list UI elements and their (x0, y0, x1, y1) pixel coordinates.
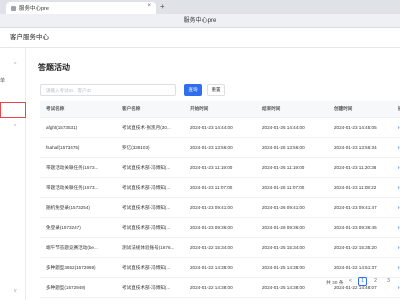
exam-name-cell: 多种题型(1572949) (46, 284, 86, 290)
column-header: 客户名称 (122, 106, 141, 111)
created-time-cell: 2024-01-23 11:08:22 (334, 185, 377, 190)
created-time-cell: 2024-01-22 15:35:20 (334, 245, 377, 250)
table-row: 随机免登录(1573254) 考试直技术部-冯博知(... 2024-01-23 0… (40, 198, 400, 218)
table-header: 考试名称 客户名称 开始时间 结束时间 创建时间 操 (40, 101, 400, 118)
table-row: 端午节答题竞赛活动(be... 测试法规体验账号(1676... 2024-01-2… (40, 238, 400, 258)
pagination-prev-button[interactable]: < (346, 277, 355, 286)
sidebar-item-label[interactable]: 单 (0, 77, 5, 84)
column-header: 开始时间 (190, 106, 209, 111)
created-time-cell: 2024-01-23 09:36:45 (334, 225, 377, 230)
end-time-cell: 2024-01-26 09:36:00 (262, 225, 305, 230)
chevron-up-icon[interactable]: ^ (14, 124, 16, 130)
browser-tab-strip: 服务中心pre × + (0, 0, 400, 14)
end-time-cell: 2024-01-25 14:38:00 (262, 285, 305, 290)
browser-tab-title: 服务中心pre (19, 6, 49, 12)
customer-name-cell: 罗亿(338103) (122, 144, 150, 150)
customer-name-cell: 考试直技术部-冯博知(... (122, 224, 171, 230)
table-row: afght(1573531) 考试直技术-张凯月(30... 2024-01-23 … (40, 118, 400, 138)
sidebar: ^ 单 ^ v (0, 48, 26, 300)
exam-name-cell: 多种题型3652(1572969) (46, 264, 96, 270)
query-button[interactable]: 查询 (184, 84, 202, 96)
favicon-icon (11, 5, 16, 11)
column-header: 结束时间 (262, 106, 281, 111)
end-time-cell: 2024-01-26 11:07:00 (262, 185, 305, 190)
column-header: 考试名称 (46, 106, 65, 111)
start-time-cell: 2024-01-23 09:36:00 (190, 225, 233, 230)
exam-name-cell: 带题活动关联任务(1573... (46, 164, 99, 170)
customer-name-cell: 考试直技术-张凯月(30... (122, 124, 171, 130)
tab-close-icon[interactable]: × (147, 3, 151, 9)
exam-name-cell: 随机免登录(1573254) (46, 204, 90, 210)
exam-name-cell: 免登录(1573247) (46, 224, 81, 230)
window-title: 服务中心pre (0, 14, 400, 28)
end-time-cell: 2024-01-25 15:34:00 (262, 245, 305, 250)
start-time-cell: 2024-01-23 11:07:00 (190, 185, 233, 190)
end-time-cell: 2024-01-26 09:41:00 (262, 205, 305, 210)
app-header: 客户服务中心 (0, 28, 400, 48)
created-time-cell: 2024-01-23 14:45:05 (334, 125, 377, 130)
customer-name-cell: 考试直技术部-冯博知(... (122, 264, 171, 270)
customer-name-cell: 考试直技术部-冯博知(... (122, 184, 171, 190)
start-time-cell: 2024-01-23 09:41:00 (190, 205, 233, 210)
column-header: 创建时间 (334, 106, 353, 111)
table-row: 多种题型3652(1572969) 考试直技术部-冯博知(... 2024-01-2… (40, 258, 400, 278)
table-row: 带题活动关联任务(1573... 考试直技术部-冯博知(... 2024-01-23… (40, 178, 400, 198)
exam-name-cell: fsahaf(1573475) (46, 145, 80, 150)
table-row: 免登录(1573247) 考试直技术部-冯博知(... 2024-01-23 09:… (40, 218, 400, 238)
reset-button[interactable]: 重置 (207, 84, 225, 96)
exam-name-cell: 端午节答题竞赛活动(be... (46, 244, 98, 250)
start-time-cell: 2024-01-23 11:19:00 (190, 165, 233, 170)
new-tab-icon[interactable]: + (160, 2, 165, 12)
end-time-cell: 2024-01-25 14:38:00 (262, 265, 305, 270)
table-row: fsahaf(1573475) 罗亿(338103) 2024-01-23 13:5… (40, 138, 400, 158)
created-time-cell: 2024-01-22 14:51:37 (334, 265, 377, 270)
end-time-cell: 2024-01-26 13:56:00 (262, 145, 305, 150)
end-time-cell: 2024-01-26 14:44:00 (262, 125, 305, 130)
start-time-cell: 2024-01-23 13:56:00 (190, 145, 233, 150)
page-title: 答题活动 (38, 63, 70, 72)
chevron-down-icon[interactable]: v (14, 288, 17, 294)
table-row: 带题活动关联任务(1573... 考试直技术部-冯博知(... 2024-01-23… (40, 158, 400, 178)
created-time-cell: 2024-01-23 09:41:47 (334, 205, 377, 210)
customer-name-cell: 考试直技术部-冯博知(... (122, 164, 171, 170)
start-time-cell: 2024-01-22 14:38:00 (190, 285, 233, 290)
customer-name-cell: 考试直技术部-冯博知(... (122, 204, 171, 210)
browser-tab[interactable]: 服务中心pre × (6, 2, 156, 14)
pagination-page-1[interactable]: 1 (358, 277, 367, 286)
start-time-cell: 2024-01-22 15:34:00 (190, 245, 233, 250)
pagination-total: 共 30 条 (326, 281, 344, 286)
chevron-up-icon[interactable]: ^ (14, 62, 16, 68)
customer-name-cell: 测试法规体验账号(1676... (122, 244, 175, 250)
search-input[interactable] (40, 84, 176, 96)
start-time-cell: 2024-01-23 14:44:00 (190, 125, 233, 130)
start-time-cell: 2024-01-22 14:38:00 (190, 265, 233, 270)
exam-table: 考试名称 客户名称 开始时间 结束时间 创建时间 操 afght(1573531… (40, 101, 400, 298)
created-time-cell: 2024-01-23 11:20:36 (334, 165, 377, 170)
pagination-page-2[interactable]: 2 (371, 277, 380, 286)
end-time-cell: 2024-01-26 11:19:00 (262, 165, 305, 170)
exam-name-cell: 带题活动关联任务(1573... (46, 184, 99, 190)
exam-name-cell: afght(1573531) (46, 125, 78, 130)
customer-name-cell: 考试直技术部-冯博知(... (122, 284, 171, 290)
created-time-cell: 2024-01-23 13:56:34 (334, 145, 377, 150)
main-content: 答题活动 查询 重置 考试名称 客户名称 开始时间 结束时间 创建时间 操 af… (34, 56, 400, 300)
pagination-page-3[interactable]: 3 (384, 277, 393, 286)
sidebar-item-active[interactable] (0, 102, 26, 118)
